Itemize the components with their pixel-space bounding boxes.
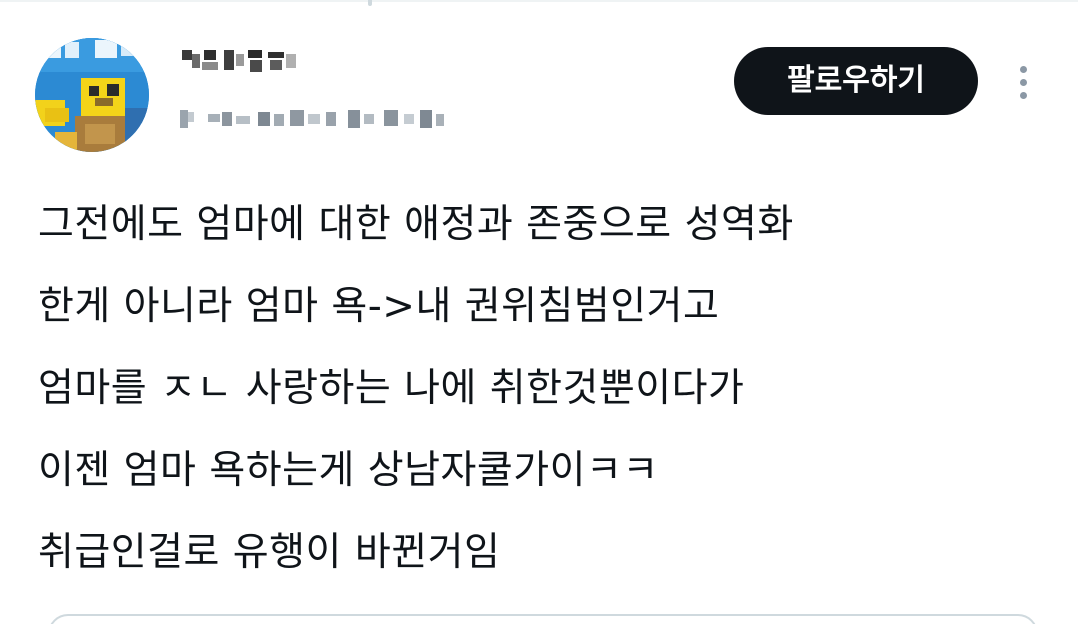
follow-button[interactable]: 팔로우하기 <box>734 47 978 115</box>
quoted-tweet-card[interactable] <box>48 614 1038 624</box>
tweet-text-line: 그전에도 엄마에 대한 애정과 존중으로 성역화 <box>38 202 794 247</box>
tweet-text-line: 취급인걸로 유행이 바뀐거임 <box>38 530 501 575</box>
author-avatar[interactable] <box>35 38 149 152</box>
tweet-body: 그전에도 엄마에 대한 애정과 존중으로 성역화 한게 아니라 엄마 욕->내 … <box>38 184 1048 594</box>
more-dot <box>1020 66 1027 73</box>
more-dot <box>1020 79 1027 86</box>
user-avatar-icon <box>35 38 149 152</box>
top-divider <box>0 0 1078 2</box>
tweet-text-line: 이젠 엄마 욕하는게 상남자쿨가이ㅋㅋ <box>38 448 659 493</box>
more-dot <box>1020 92 1027 99</box>
thread-connector <box>368 0 372 6</box>
tweet-text-line: 엄마를 ㅈㄴ 사랑하는 나에 취한것뿐이다가 <box>38 366 745 411</box>
author-display-name-redacted[interactable] <box>178 44 308 84</box>
more-options-icon[interactable] <box>1004 58 1044 106</box>
pixelated-handle-mask <box>180 110 444 128</box>
pixelated-name-mask <box>182 50 296 72</box>
author-handle-redacted[interactable] <box>178 100 453 138</box>
tweet-text-line: 한게 아니라 엄마 욕->내 권위침범인거고 <box>38 284 720 329</box>
